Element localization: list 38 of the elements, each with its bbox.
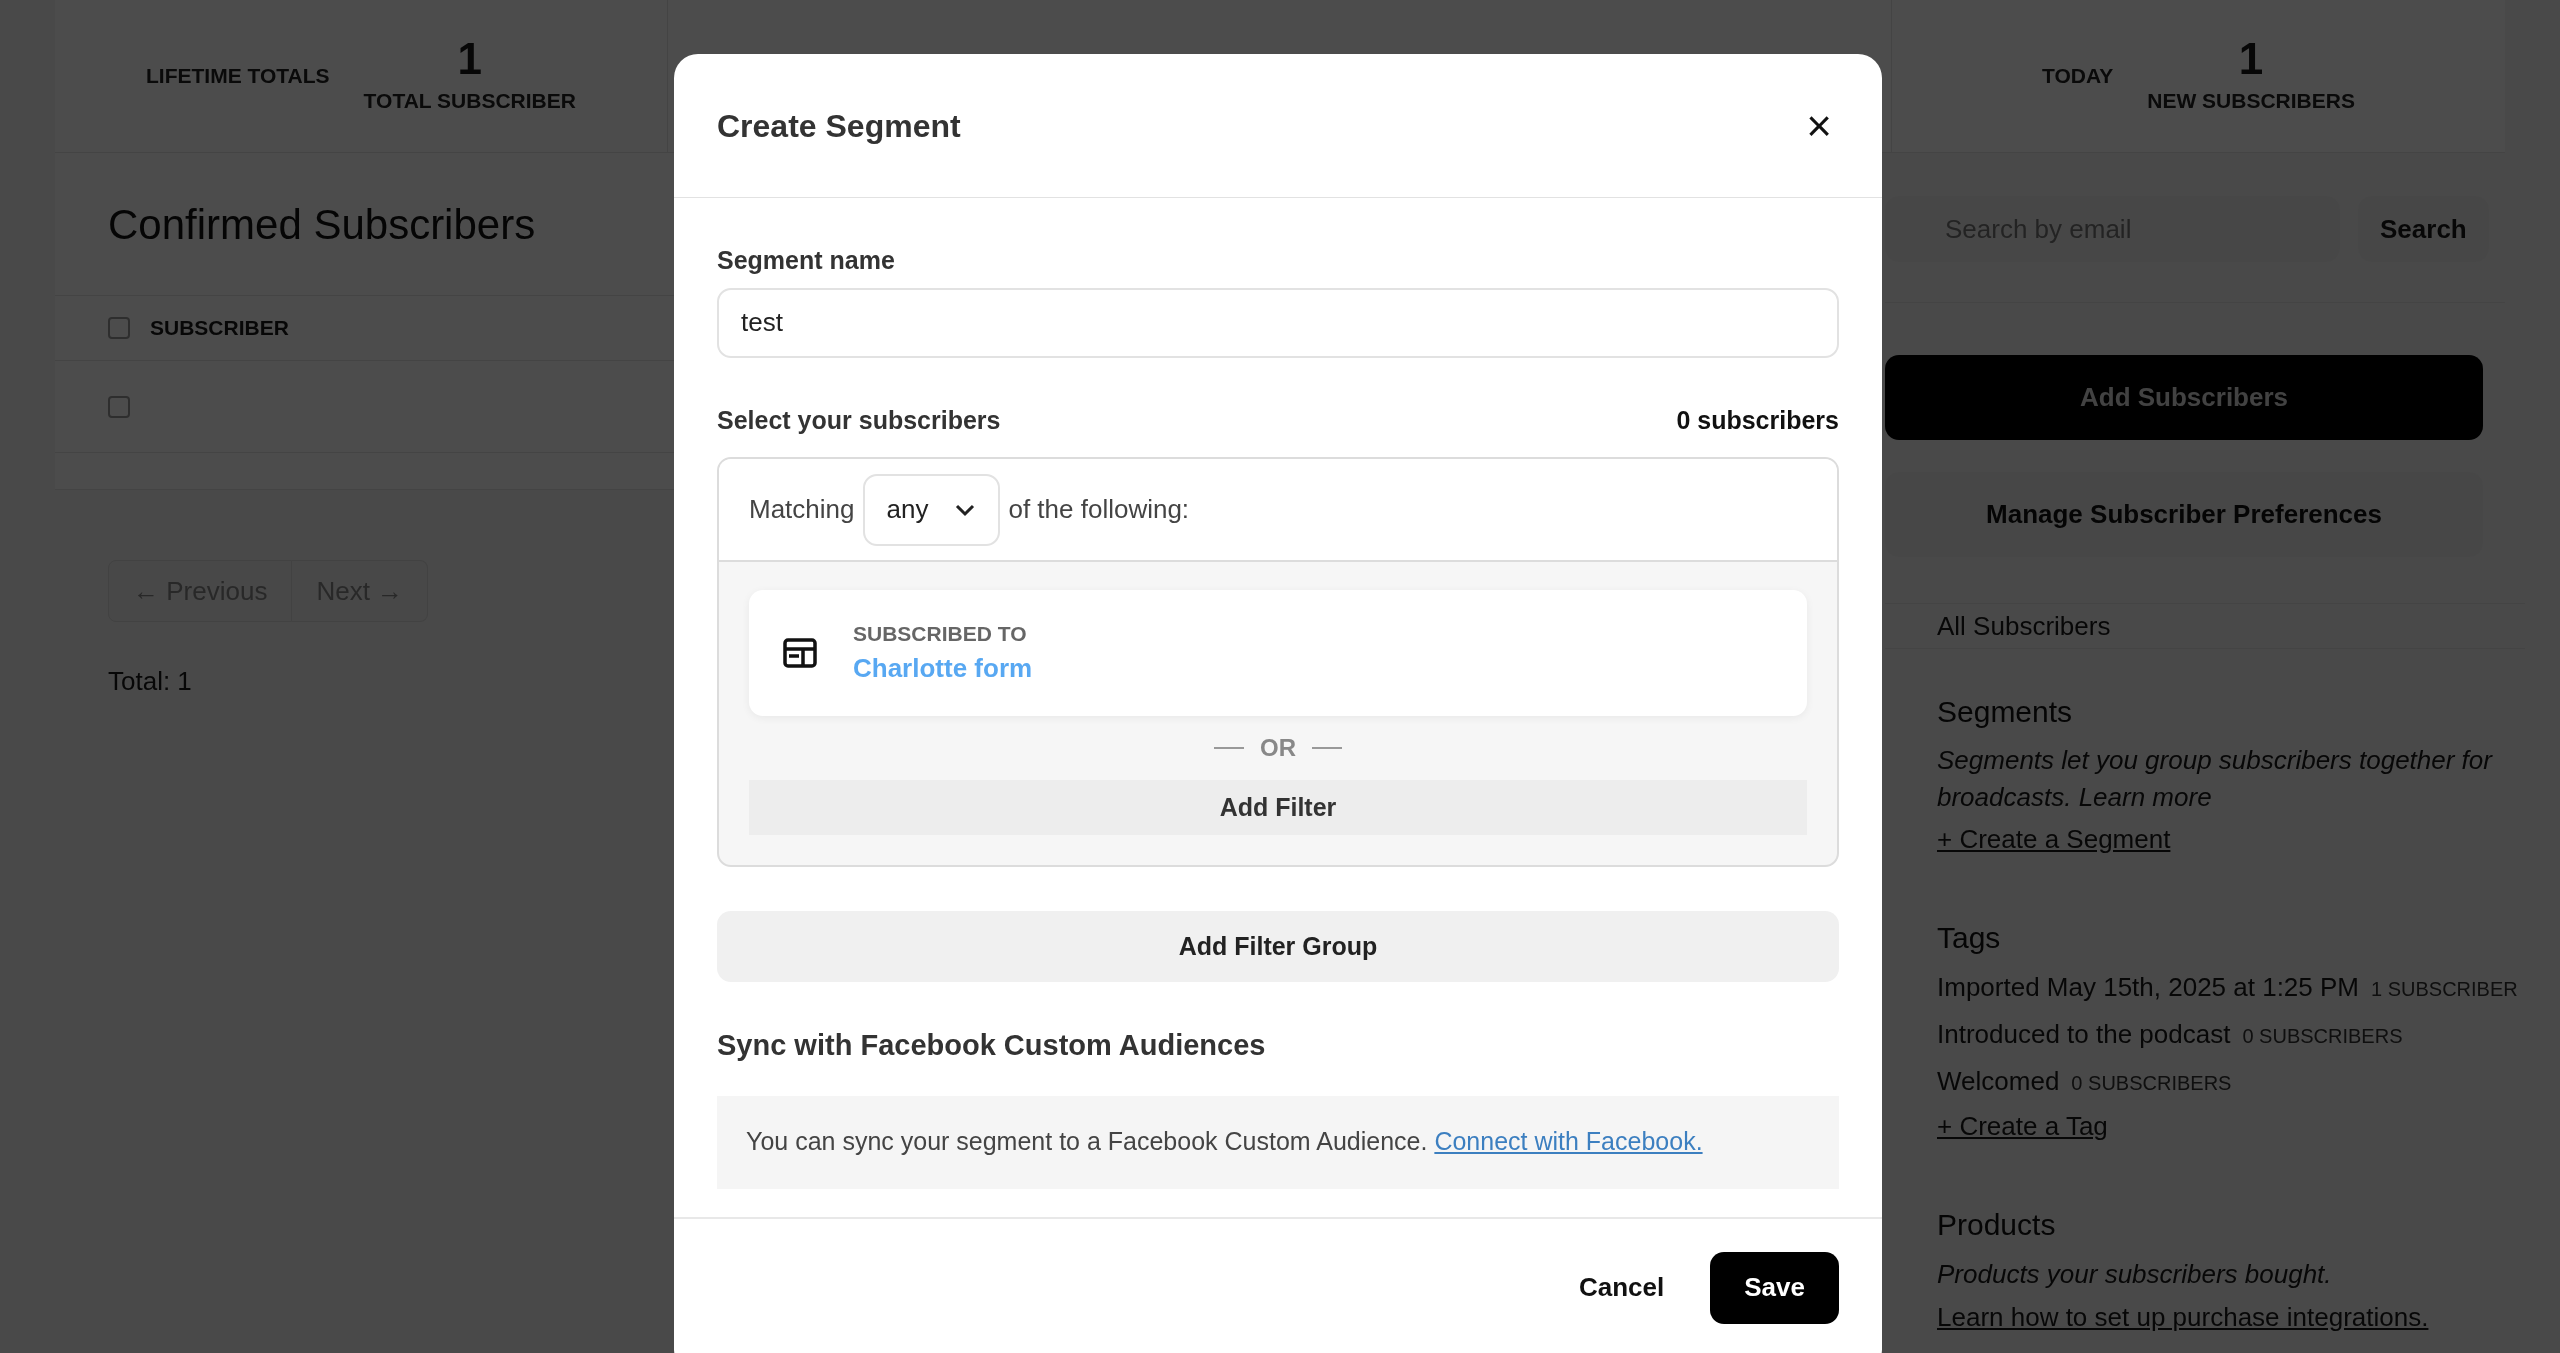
stat-label: LIFETIME TOTALS xyxy=(146,63,330,90)
or-divider-label: OR xyxy=(1260,733,1296,763)
chevron-icon xyxy=(954,502,977,517)
filter-value: Charlotte form xyxy=(853,652,1033,686)
field-label: Segment name xyxy=(717,245,895,276)
section-heading: Sync with Facebook Custom Audiences xyxy=(717,1028,1266,1063)
close-button[interactable]: × xyxy=(1799,105,1839,146)
modal-title: Create Segment xyxy=(717,106,961,146)
tag-count: 0 SUBSCRIBERS xyxy=(2071,1071,2232,1096)
section-title: Segments xyxy=(1937,694,2074,730)
filter-card[interactable]: SUBSCRIBED TO Charlotte form xyxy=(749,590,1807,716)
column-header: SUBSCRIBER xyxy=(150,315,289,342)
stat-value: 1 xyxy=(457,35,482,84)
stat-value: 1 xyxy=(2238,35,2264,84)
tag-count: 0 SUBSCRIBERS xyxy=(2242,1024,2403,1049)
filter-label: SUBSCRIBED TO xyxy=(853,620,1028,647)
info-text: You can sync your segment to a Facebook Custom Audience. Connect with Facebook. xyxy=(746,1126,1703,1158)
section-description: Products your subscribers bought. xyxy=(1937,1258,2333,1291)
add-filter-button[interactable]: Add Filter xyxy=(749,780,1807,835)
stat-label: TODAY xyxy=(2042,63,2114,90)
total-count: Total: 1 xyxy=(108,665,192,698)
tag-count: 1 SUBSCRIBER xyxy=(2371,977,2518,1002)
stat-caption: NEW SUBSCRIBERS xyxy=(2147,88,2355,115)
panel-title: Confirmed Subscribers xyxy=(108,199,536,250)
section-title: Tags xyxy=(1937,920,2002,956)
matching-label: Matching xyxy=(749,493,855,526)
subscriber-count: 0 subscribers xyxy=(1676,404,1839,436)
stat-caption: TOTAL SUBSCRIBER xyxy=(363,88,576,115)
save-button[interactable]: Save xyxy=(1710,1251,1839,1324)
add-filter-group-button[interactable]: Add Filter Group xyxy=(717,911,1839,982)
connect-facebook-link[interactable]: Connect with Facebook. xyxy=(1434,1127,1703,1156)
segment-name-field[interactable]: test xyxy=(717,287,1839,358)
match-dropdown[interactable]: any xyxy=(862,473,1001,546)
field-label: Select your subscribers xyxy=(717,404,1001,436)
section-title: Products xyxy=(1937,1207,2057,1243)
matching-label: of the following: xyxy=(1008,493,1190,526)
cancel-button[interactable]: Cancel xyxy=(1579,1268,1665,1307)
form-layout-icon xyxy=(783,638,817,668)
